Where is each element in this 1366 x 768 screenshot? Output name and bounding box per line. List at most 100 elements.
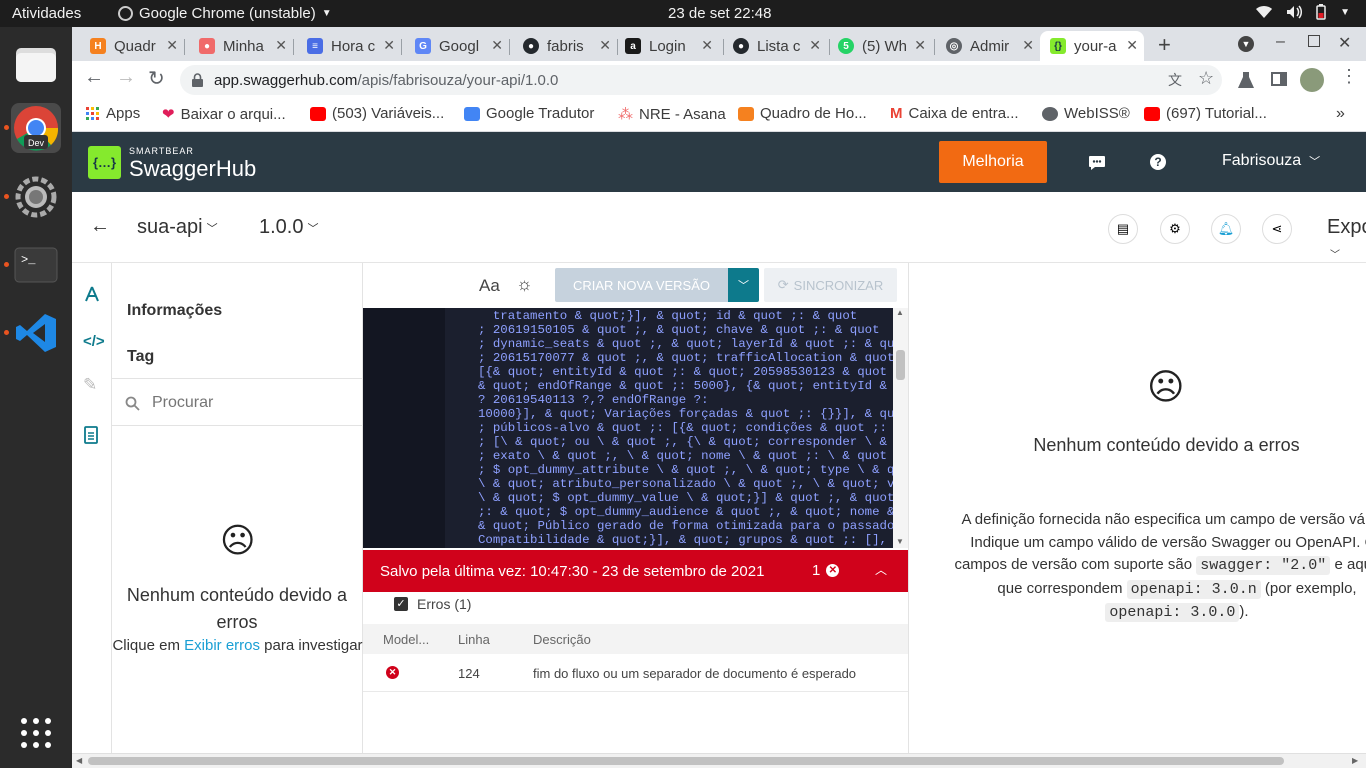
browser-tab-active[interactable]: {} your-a ✕	[1040, 31, 1144, 61]
bookmark-apps[interactable]: Apps	[86, 105, 140, 122]
bookmark-item[interactable]: (503) Variáveis...	[310, 105, 444, 122]
browser-tab[interactable]: a Login ✕	[615, 31, 719, 61]
error-counter[interactable]: 1 ✕	[812, 562, 840, 579]
scroll-up-icon[interactable]: ▲	[896, 308, 904, 317]
collapse-panel-icon[interactable]: ︿	[875, 561, 887, 578]
document-button[interactable]: ▤	[1108, 214, 1138, 244]
scroll-thumb[interactable]	[896, 350, 905, 380]
settings-button[interactable]: ⚙	[1160, 214, 1190, 244]
maximize-icon[interactable]	[1308, 35, 1320, 47]
bookmark-item[interactable]: ⁂ NRE - Asana	[618, 105, 726, 124]
close-tab-icon[interactable]: ✕	[275, 37, 287, 54]
bookmark-star-icon[interactable]: ☆	[1198, 68, 1214, 89]
show-applications[interactable]	[11, 708, 61, 758]
share-button[interactable]: ⋖	[1262, 214, 1292, 244]
browser-tab[interactable]: H Quadr ✕	[80, 31, 184, 61]
brand-name[interactable]: SwaggerHub	[129, 156, 256, 182]
back-arrow-icon[interactable]: ←	[90, 215, 110, 238]
close-tab-icon[interactable]: ✕	[491, 37, 503, 54]
bookmark-item[interactable]: WebISS®	[1042, 105, 1130, 122]
bookmark-item[interactable]: ❤ Baixar o arqui...	[162, 105, 286, 124]
nav-tag[interactable]: Tag	[127, 348, 154, 366]
edit-icon[interactable]: ✎	[83, 375, 97, 395]
export-menu[interactable]: Expo	[1327, 216, 1366, 239]
settings-app[interactable]	[4, 172, 61, 222]
close-tab-icon[interactable]: ✕	[809, 37, 821, 54]
chrome-dev-app[interactable]: Dev	[4, 103, 61, 153]
browser-tab[interactable]: ● Lista c ✕	[723, 31, 827, 61]
nav-info[interactable]: Informações	[127, 302, 222, 320]
search-input[interactable]	[152, 389, 352, 417]
minimize-icon[interactable]: –	[1276, 33, 1285, 51]
scroll-thumb[interactable]	[88, 757, 1284, 765]
error-row[interactable]: ✕ 124 fim do fluxo ou um separador de do…	[363, 654, 908, 692]
close-tab-icon[interactable]: ✕	[1022, 37, 1034, 54]
translate-icon[interactable]: 文	[1168, 70, 1182, 90]
bookmark-item[interactable]: Google Tradutor	[464, 105, 594, 122]
terminal-app[interactable]: >_	[4, 240, 61, 290]
activities-button[interactable]: Atividades	[12, 5, 81, 22]
browser-tab[interactable]: ● Minha ✕	[189, 31, 293, 61]
close-tab-icon[interactable]: ✕	[383, 37, 395, 54]
version-dropdown[interactable]: 1.0.0 ﹀	[259, 216, 318, 239]
bookmark-item[interactable]: Quadro de Ho...	[738, 105, 867, 122]
errors-checkbox[interactable]: ✓	[394, 597, 408, 611]
labs-flask-icon[interactable]	[1238, 71, 1254, 89]
forward-button[interactable]: →	[116, 66, 136, 89]
page-horizontal-scrollbar[interactable]: ◀ ▶	[72, 753, 1366, 768]
scroll-left-icon[interactable]: ◀	[76, 756, 82, 765]
tab-search-icon[interactable]: ▼	[1238, 36, 1254, 52]
dock: Dev >_	[0, 27, 72, 768]
profile-avatar[interactable]	[1300, 68, 1324, 92]
reload-button[interactable]: ↻	[148, 66, 165, 91]
close-tab-icon[interactable]: ✕	[1126, 37, 1138, 54]
bookmarks-overflow-icon[interactable]: »	[1336, 105, 1345, 123]
close-window-icon[interactable]: ✕	[1338, 33, 1351, 53]
show-errors-link[interactable]: Exibir erros	[184, 637, 260, 654]
font-size-toggle[interactable]: Aa	[479, 276, 500, 296]
close-tab-icon[interactable]: ✕	[599, 37, 611, 54]
bookmark-item[interactable]: (697) Tutorial...	[1144, 105, 1267, 122]
docs-view-icon[interactable]	[84, 426, 98, 444]
theme-toggle-icon[interactable]: ☼	[516, 274, 533, 295]
files-app[interactable]	[11, 39, 61, 89]
scroll-down-icon[interactable]: ▼	[896, 537, 904, 546]
help-icon[interactable]: ?	[1150, 154, 1166, 170]
sync-button[interactable]: ⟳ SINCRONIZAR	[764, 268, 897, 302]
create-version-button[interactable]: CRIAR NOVA VERSÃO	[555, 268, 728, 302]
browser-tab[interactable]: ≡ Hora c ✕	[297, 31, 401, 61]
clock[interactable]: 23 de set 22:48	[668, 5, 771, 22]
address-bar[interactable]: app.swaggerhub.com/apis/fabrisouza/your-…	[180, 65, 1222, 95]
version-options-button[interactable]: ﹀	[728, 268, 759, 302]
improve-button[interactable]: Melhoria	[939, 141, 1047, 183]
bookmark-item[interactable]: M Caixa de entra...	[890, 105, 1019, 122]
close-tab-icon[interactable]: ✕	[701, 37, 713, 54]
scroll-right-icon[interactable]: ▶	[1352, 756, 1358, 765]
side-panel-icon[interactable]	[1271, 72, 1287, 86]
vscode-app[interactable]	[4, 308, 61, 358]
code-view-icon[interactable]: </>	[83, 333, 105, 350]
tab-title: fabris	[547, 37, 584, 55]
bookmark-label: WebISS®	[1064, 105, 1130, 122]
editor-scrollbar[interactable]: ▲ ▼	[893, 308, 908, 548]
user-menu[interactable]: Fabrisouza ﹀	[1222, 152, 1320, 170]
browser-tab[interactable]: G Googl ✕	[405, 31, 509, 61]
close-tab-icon[interactable]: ✕	[914, 37, 926, 54]
browser-tab[interactable]: 5 (5) Wh ✕	[828, 31, 932, 61]
system-tray[interactable]: ▼	[1256, 4, 1350, 20]
back-button[interactable]: ←	[84, 66, 104, 89]
code-text[interactable]: tratamento & quot;}], & quot; id & quot …	[478, 309, 893, 547]
browser-tab[interactable]: ● fabris ✕	[513, 31, 617, 61]
code-editor[interactable]: tratamento & quot;}], & quot; id & quot …	[363, 308, 893, 548]
heart-icon: ❤	[162, 106, 175, 123]
app-menu[interactable]: Google Chrome (unstable) ▼	[118, 5, 332, 22]
design-view-icon[interactable]	[83, 285, 101, 303]
notifications-button[interactable]: 🔔︎	[1211, 214, 1241, 244]
close-tab-icon[interactable]: ✕	[166, 37, 178, 54]
browser-tab[interactable]: ◎ Admir ✕	[936, 31, 1040, 61]
api-name-dropdown[interactable]: sua-api ﹀	[137, 216, 218, 239]
menu-kebab-icon[interactable]: ⋮	[1340, 66, 1358, 87]
swaggerhub-logo-icon[interactable]: {…}	[88, 146, 121, 179]
chat-icon[interactable]	[1088, 155, 1106, 171]
new-tab-button[interactable]: +	[1158, 32, 1171, 58]
